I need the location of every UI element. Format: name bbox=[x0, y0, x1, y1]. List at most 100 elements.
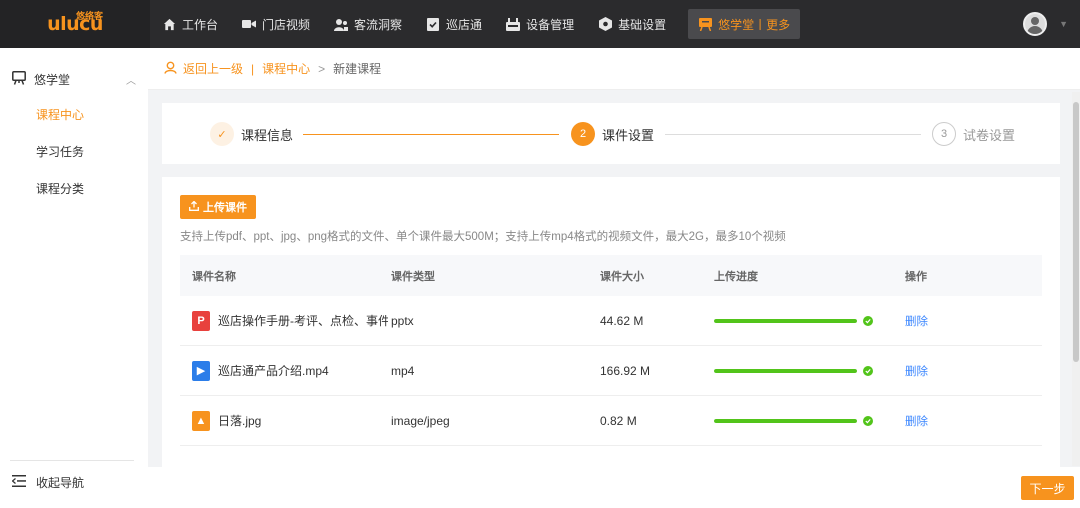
cell-size: 166.92 M bbox=[600, 363, 651, 378]
sidebar-section-label: 悠学堂 bbox=[34, 72, 71, 87]
brand-logo[interactable]: ulucu 悠络客 bbox=[0, 0, 150, 48]
cell-name: ▶ 巡店通产品介绍.mp4 bbox=[180, 360, 388, 381]
home-icon bbox=[162, 17, 176, 31]
header-name: 课件名称 bbox=[192, 270, 236, 283]
nav-item-store-video[interactable]: 门店视频 bbox=[230, 0, 322, 48]
success-check-icon bbox=[863, 415, 873, 426]
nav-item-traffic[interactable]: 客流洞察 bbox=[322, 0, 414, 48]
cell-action: 删除 bbox=[905, 363, 1042, 379]
cell-type: pptx bbox=[391, 313, 414, 328]
chevron-up-icon[interactable]: ︿ bbox=[126, 72, 136, 87]
nav-item-classroom-more[interactable]: 悠学堂丨更多 bbox=[688, 9, 801, 39]
nav-item-patrol[interactable]: 巡店通 bbox=[414, 0, 494, 48]
progress-bar-fill bbox=[714, 318, 857, 323]
success-check-icon bbox=[863, 315, 873, 326]
steps-bar: ✓ 课程信息 2 课件设置 3 试卷设置 bbox=[162, 103, 1060, 164]
progress-bar bbox=[714, 318, 857, 323]
nav-item-settings[interactable]: 基础设置 bbox=[586, 0, 678, 48]
nav-item-label: 悠学堂丨更多 bbox=[718, 17, 791, 32]
scrollbar[interactable] bbox=[1072, 92, 1080, 466]
classroom-icon bbox=[698, 17, 712, 31]
logo-cn-text: 悠络客 bbox=[76, 11, 104, 21]
sidebar: 悠学堂 ︿ 课程中心 学习任务 课程分类 收起导航 bbox=[0, 48, 148, 508]
cell-name: P 巡店操作手册-考评、点检、事件.pptx bbox=[180, 310, 388, 331]
delete-link[interactable]: 删除 bbox=[905, 366, 928, 378]
courseware-table: 课件名称 课件类型 课件大小 上传进度 操作 P 巡店操作手册-考评、点检、事件.… bbox=[180, 255, 1042, 446]
classroom-icon bbox=[12, 70, 26, 88]
nav-item-label: 门店视频 bbox=[262, 17, 311, 32]
cell-action: 删除 bbox=[905, 413, 1042, 429]
breadcrumb-course-center[interactable]: 课程中心 bbox=[262, 60, 310, 77]
upload-courseware-button[interactable]: 上传课件 bbox=[180, 195, 256, 219]
progress-bar bbox=[714, 418, 857, 423]
user-menu[interactable]: ▼ bbox=[1023, 0, 1068, 48]
file-name: 巡店通产品介绍.mp4 bbox=[218, 364, 329, 378]
step-number: 2 bbox=[571, 122, 595, 146]
progress-bar-fill bbox=[714, 368, 857, 373]
main-nav: 工作台 门店视频 客流洞察 巡店通 设备管理 基础设置 悠学堂丨更多 bbox=[150, 0, 801, 48]
back-link-label: 返回上一级 bbox=[183, 62, 244, 76]
nav-item-label: 工作台 bbox=[182, 17, 219, 32]
check-icon: ✓ bbox=[210, 122, 234, 146]
breadcrumb-current: 新建课程 bbox=[333, 62, 382, 76]
nav-item-label: 设备管理 bbox=[526, 17, 575, 32]
breadcrumb-separator: | bbox=[251, 61, 255, 76]
back-icon bbox=[164, 61, 177, 77]
top-navbar: ulucu 悠络客 工作台 门店视频 客流洞察 巡店通 设备管理 基础设置 悠学… bbox=[0, 0, 1080, 48]
back-link[interactable]: 返回上一级 bbox=[164, 60, 243, 77]
table-row: ▲ 日落.jpg image/jpeg 0.82 M 删除 bbox=[180, 396, 1042, 446]
footer-bar: 下一步 bbox=[148, 467, 1080, 508]
clipboard-check-icon bbox=[426, 17, 440, 31]
nav-item-label: 巡店通 bbox=[446, 17, 483, 32]
device-icon bbox=[506, 17, 521, 31]
collapse-nav-button[interactable]: 收起导航 bbox=[11, 474, 85, 491]
collapse-nav-label: 收起导航 bbox=[36, 476, 85, 490]
header-progress: 上传进度 bbox=[714, 270, 758, 283]
sidebar-item-course-categories[interactable]: 课程分类 bbox=[0, 171, 148, 208]
nav-item-label: 基础设置 bbox=[618, 17, 667, 32]
step-label: 课件设置 bbox=[602, 127, 655, 143]
upload-icon bbox=[189, 200, 199, 214]
header-action: 操作 bbox=[905, 270, 927, 283]
cell-progress bbox=[713, 415, 905, 426]
step-label: 课程信息 bbox=[241, 127, 294, 143]
cell-progress bbox=[713, 315, 905, 326]
progress-bar bbox=[714, 368, 857, 373]
video-file-icon: ▶ bbox=[192, 360, 210, 381]
table-header: 课件名称 课件类型 课件大小 上传进度 操作 bbox=[180, 255, 1042, 296]
avatar[interactable] bbox=[1023, 12, 1048, 36]
nav-item-devices[interactable]: 设备管理 bbox=[494, 0, 586, 48]
collapse-icon bbox=[11, 475, 26, 490]
step-courseware: 2 课件设置 bbox=[571, 122, 654, 146]
nav-item-workbench[interactable]: 工作台 bbox=[150, 0, 230, 48]
chevron-down-icon[interactable]: ▼ bbox=[1059, 19, 1068, 29]
cell-name: ▲ 日落.jpg bbox=[180, 410, 388, 431]
delete-link[interactable]: 删除 bbox=[905, 416, 928, 428]
table-row: P 巡店操作手册-考评、点检、事件.pptxpptx 44.62 M 删除 bbox=[180, 296, 1042, 346]
file-name: 巡店操作手册-考评、点检、事件.pptx bbox=[218, 314, 388, 328]
step-exam: 3 试卷设置 bbox=[932, 122, 1015, 146]
table-row: ▶ 巡店通产品介绍.mp4 mp4 166.92 M 删除 bbox=[180, 346, 1042, 396]
breadcrumb: 返回上一级 | 课程中心 > 新建课程 bbox=[148, 48, 1080, 90]
cell-progress bbox=[713, 365, 905, 376]
step-connector-done bbox=[303, 134, 559, 135]
sidebar-item-course-center[interactable]: 课程中心 bbox=[0, 97, 148, 134]
sidebar-section-classroom[interactable]: 悠学堂 ︿ bbox=[0, 61, 148, 97]
nav-item-label: 客流洞察 bbox=[354, 17, 403, 32]
step-number: 3 bbox=[932, 122, 956, 146]
next-step-button[interactable]: 下一步 bbox=[1021, 476, 1074, 500]
delete-link[interactable]: 删除 bbox=[905, 316, 928, 328]
image-file-icon: ▲ bbox=[192, 410, 210, 431]
cell-action: 删除 bbox=[905, 313, 1042, 329]
header-type: 课件类型 bbox=[391, 270, 435, 283]
ppt-file-icon: P bbox=[192, 310, 210, 331]
table-body: P 巡店操作手册-考评、点检、事件.pptxpptx 44.62 M 删除 ▶ 巡店通产品… bbox=[180, 296, 1042, 446]
courseware-panel: 上传课件 支持上传pdf、ppt、jpg、png格式的文件、单个课件最大500M… bbox=[162, 177, 1060, 467]
cell-size: 44.62 M bbox=[600, 313, 644, 328]
sidebar-item-learning-tasks[interactable]: 学习任务 bbox=[0, 134, 148, 171]
scrollbar-thumb[interactable] bbox=[1073, 102, 1079, 362]
file-name: 日落.jpg bbox=[218, 414, 262, 428]
cell-type: image/jpeg bbox=[391, 413, 450, 428]
settings-icon bbox=[598, 17, 612, 31]
upload-hint: 支持上传pdf、ppt、jpg、png格式的文件、单个课件最大500M；支持上传… bbox=[180, 231, 786, 243]
